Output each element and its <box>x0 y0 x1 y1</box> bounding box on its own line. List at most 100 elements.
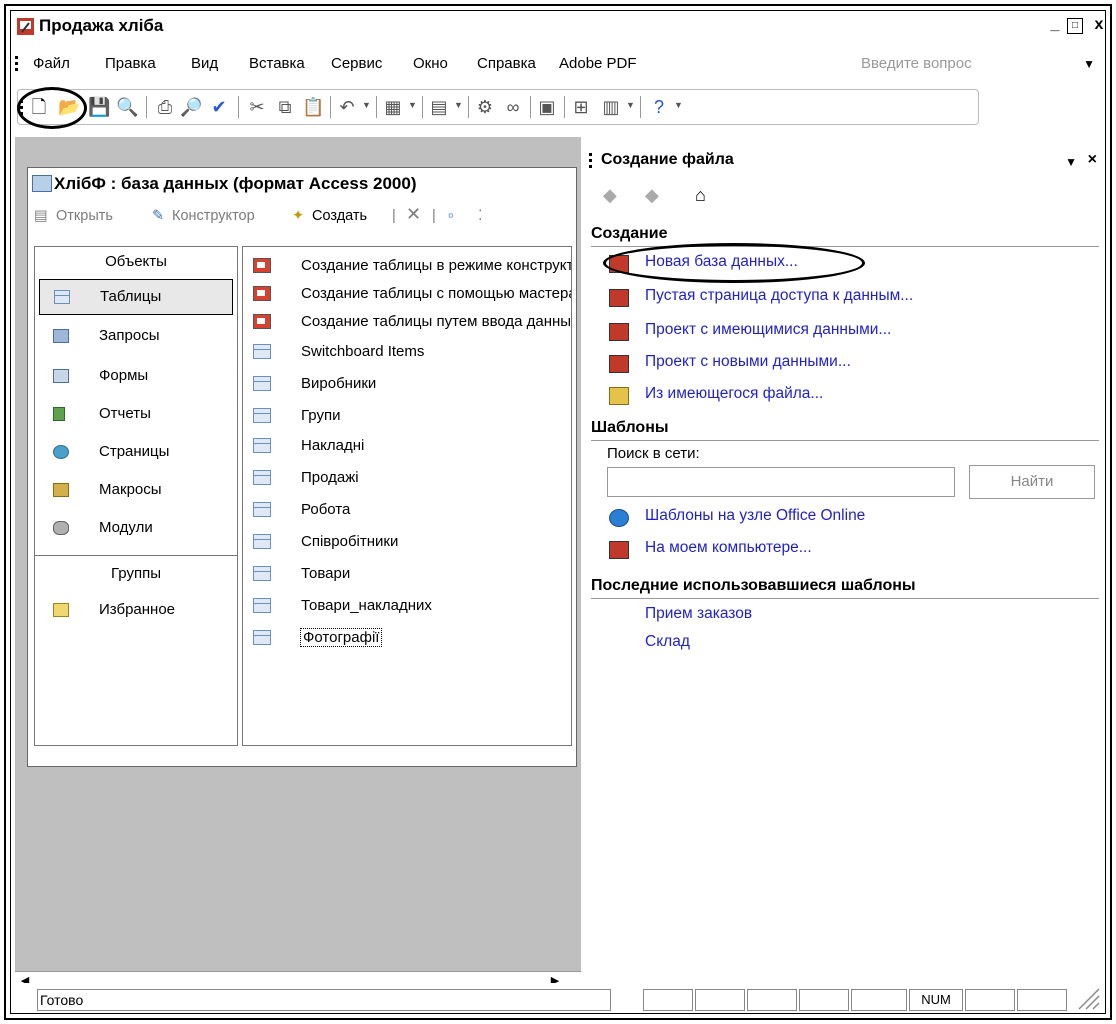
list-item[interactable]: Співробітники <box>253 529 571 557</box>
objects-header: Объекты <box>105 253 167 270</box>
blank-data-access-page-link[interactable]: Пустая страница доступа к данным... <box>645 287 913 305</box>
list-item[interactable]: Виробники <box>253 371 571 399</box>
ask-question-input[interactable]: Введите вопрос <box>861 55 972 72</box>
menu-adobe-pdf[interactable]: Adobe PDF <box>559 55 637 72</box>
cut-icon[interactable]: ✂ <box>246 96 268 118</box>
list-item[interactable]: Switchboard Items <box>253 339 571 367</box>
recent-template-orders[interactable]: Прием заказов <box>645 605 752 623</box>
list-item-label: Групи <box>301 407 341 424</box>
forward-icon[interactable]: ◆ <box>645 185 659 206</box>
list-item-label: Товари <box>301 565 351 582</box>
maximize-button[interactable]: □ <box>1067 18 1083 34</box>
save-icon[interactable]: 💾 <box>88 96 110 118</box>
code-icon[interactable]: ⚙ <box>474 96 496 118</box>
analyze-dropdown-icon[interactable]: ▼ <box>454 100 463 110</box>
home-icon[interactable]: ⌂ <box>695 185 706 206</box>
print-preview-icon[interactable]: 🔎 <box>180 96 202 118</box>
toolbar-separator <box>422 96 423 118</box>
ask-dropdown-icon[interactable]: ▼ <box>1083 57 1095 71</box>
menu-file[interactable]: Файл <box>33 55 70 72</box>
large-icons-icon[interactable]: ▫ <box>448 208 453 224</box>
back-icon[interactable]: ◆ <box>603 185 617 206</box>
relationships-icon[interactable]: ⊞ <box>570 96 592 118</box>
table-icon <box>253 470 271 485</box>
status-cell <box>643 989 693 1011</box>
object-tables[interactable]: Таблицы <box>39 279 233 315</box>
task-pane-title: Создание файла <box>601 151 734 168</box>
menu-edit[interactable]: Правка <box>105 55 156 72</box>
toolbar-options-icon[interactable]: ▼ <box>674 100 683 110</box>
list-item[interactable]: Продажі <box>253 465 571 493</box>
spelling-icon[interactable]: ✔ <box>208 96 230 118</box>
task-pane-close-icon[interactable]: × <box>1088 151 1097 169</box>
recent-template-warehouse[interactable]: Склад <box>645 633 690 651</box>
status-cell <box>1017 989 1067 1011</box>
analyze-icon[interactable]: ▤ <box>428 96 450 118</box>
on-my-computer-link[interactable]: На моем компьютере... <box>645 539 812 557</box>
help-icon[interactable]: ? <box>648 96 670 118</box>
new-object-icon[interactable]: ▥ <box>600 96 622 118</box>
copy-icon[interactable]: ⧉ <box>274 96 296 118</box>
list-item[interactable]: Товари <box>253 561 571 589</box>
undo-dropdown-icon[interactable]: ▼ <box>362 100 371 110</box>
undo-icon[interactable]: ↶ <box>336 96 358 118</box>
create-button[interactable]: Создать <box>312 208 367 224</box>
delete-icon[interactable]: ✕ <box>406 204 421 225</box>
wizard-icon <box>253 314 271 329</box>
objects-list: Создание таблицы в режиме конструктора С… <box>242 246 572 746</box>
menu-window[interactable]: Окно <box>413 55 448 72</box>
list-item[interactable]: Создание таблицы в режиме конструктора <box>253 253 571 281</box>
office-online-icon <box>609 509 629 527</box>
menu-help[interactable]: Справка <box>477 55 536 72</box>
paste-icon[interactable]: 📋 <box>302 96 324 118</box>
object-modules[interactable]: Модули <box>39 511 233 547</box>
template-search-input[interactable] <box>607 467 955 497</box>
list-item[interactable]: Создание таблицы путем ввода данных <box>253 309 571 337</box>
list-item[interactable]: Групи <box>253 403 571 431</box>
office-online-templates-link[interactable]: Шаблоны на узле Office Online <box>645 507 865 525</box>
list-item[interactable]: Создание таблицы с помощью мастера <box>253 281 571 309</box>
office-links-dropdown-icon[interactable]: ▼ <box>408 100 417 110</box>
list-item[interactable]: Товари_накладних <box>253 593 571 621</box>
object-queries[interactable]: Запросы <box>39 319 233 355</box>
minimize-button[interactable]: _ <box>1045 16 1065 36</box>
script-icon[interactable]: ∞ <box>502 96 524 118</box>
file-search-icon[interactable]: 🔍 <box>116 96 138 118</box>
object-macros[interactable]: Макросы <box>39 473 233 509</box>
menu-insert[interactable]: Вставка <box>249 55 305 72</box>
toolbar-separator <box>468 96 469 118</box>
open-object-button[interactable]: Открыть <box>56 208 113 224</box>
list-item[interactable]: Робота <box>253 497 571 525</box>
task-pane-grip-icon <box>589 153 592 168</box>
project-new-data-link[interactable]: Проект с новыми данными... <box>645 353 851 371</box>
print-icon[interactable]: ⎙ <box>154 96 176 118</box>
office-links-icon[interactable]: ▦ <box>382 96 404 118</box>
list-item[interactable]: Накладні <box>253 433 571 461</box>
properties-icon[interactable]: ▣ <box>536 96 558 118</box>
design-button[interactable]: Конструктор <box>172 208 255 224</box>
close-button[interactable]: x <box>1089 16 1109 36</box>
from-existing-file-link[interactable]: Из имеющегося файла... <box>645 385 823 403</box>
list-item-label: Накладні <box>301 437 365 454</box>
task-pane-menu-icon[interactable]: ▼ <box>1065 155 1077 169</box>
toolbar-separator <box>530 96 531 118</box>
toolbar-separator <box>146 96 147 118</box>
object-pages[interactable]: Страницы <box>39 435 233 471</box>
create-section-header: Создание <box>591 225 1099 247</box>
table-icon <box>253 630 271 645</box>
small-icons-icon[interactable]: ⁚ <box>478 208 483 224</box>
group-favorites[interactable]: Избранное <box>39 593 233 629</box>
resize-grip-icon[interactable] <box>1077 987 1101 1011</box>
menu-bar: Файл Правка Вид Вставка Сервис Окно Спра… <box>11 51 1105 77</box>
status-cell <box>695 989 745 1011</box>
object-reports[interactable]: Отчеты <box>39 397 233 433</box>
list-item-label: Фотографії <box>299 628 383 647</box>
object-forms[interactable]: Формы <box>39 359 233 395</box>
new-object-dropdown-icon[interactable]: ▼ <box>626 100 635 110</box>
project-existing-data-link[interactable]: Проект с имеющимися данными... <box>645 321 891 339</box>
menu-view[interactable]: Вид <box>191 55 218 72</box>
toolbar-separator <box>640 96 641 118</box>
list-item[interactable]: Фотографії <box>253 625 571 653</box>
menu-tools[interactable]: Сервис <box>331 55 382 72</box>
search-button[interactable]: Найти <box>969 465 1095 499</box>
